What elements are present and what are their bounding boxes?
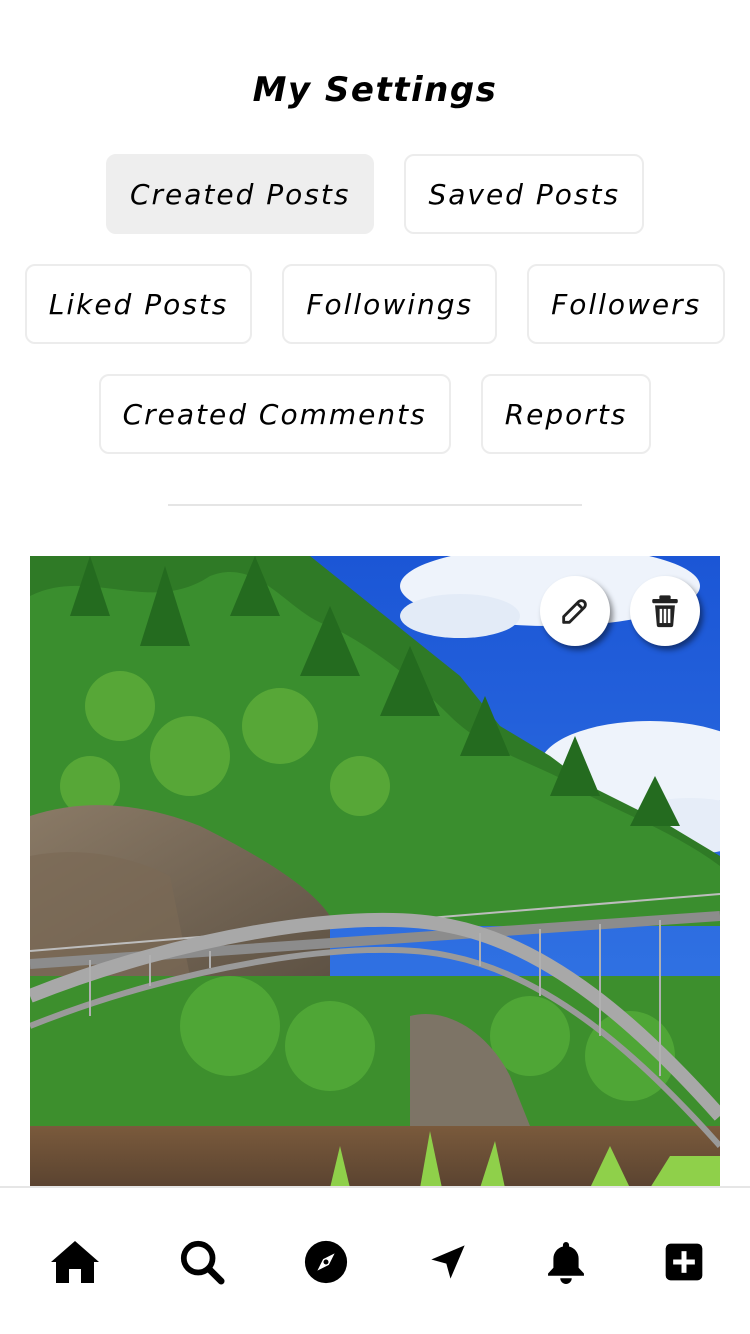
- nav-explore[interactable]: [296, 1232, 356, 1292]
- search-icon: [180, 1240, 225, 1285]
- tab-liked-posts[interactable]: Liked Posts: [24, 264, 253, 344]
- tab-created-posts[interactable]: Created Posts: [105, 154, 375, 234]
- nav-search[interactable]: [172, 1232, 232, 1292]
- bell-icon: [548, 1241, 584, 1284]
- tab-followers[interactable]: Followers: [527, 264, 726, 344]
- post-card[interactable]: [30, 556, 720, 1188]
- compass-icon: [304, 1240, 348, 1284]
- nav-notifications[interactable]: [536, 1232, 596, 1292]
- trash-icon: [652, 595, 678, 628]
- settings-page: My Settings Created Posts Saved Posts Li…: [0, 0, 750, 1334]
- bottom-navigation: [0, 1186, 750, 1334]
- nav-create-post[interactable]: [654, 1232, 714, 1292]
- tab-row: Liked Posts Followings Followers: [0, 264, 750, 344]
- tab-reports[interactable]: Reports: [480, 374, 652, 454]
- post-image: [30, 556, 720, 1188]
- tab-saved-posts[interactable]: Saved Posts: [404, 154, 645, 234]
- delete-post-button[interactable]: [630, 576, 700, 646]
- edit-icon: [562, 599, 587, 624]
- home-icon: [51, 1241, 99, 1283]
- edit-post-button[interactable]: [540, 576, 610, 646]
- section-divider: [168, 504, 582, 506]
- tab-created-comments[interactable]: Created Comments: [98, 374, 451, 454]
- settings-tabs: Created Posts Saved Posts Liked Posts Fo…: [0, 154, 750, 484]
- tab-row: Created Posts Saved Posts: [0, 154, 750, 234]
- page-title: My Settings: [252, 70, 498, 110]
- nav-nearby[interactable]: [418, 1232, 478, 1292]
- tab-row: Created Comments Reports: [0, 374, 750, 454]
- tab-followings[interactable]: Followings: [282, 264, 498, 344]
- plus-square-icon: [665, 1243, 703, 1281]
- nav-home[interactable]: [45, 1232, 105, 1292]
- location-arrow-icon: [431, 1245, 465, 1279]
